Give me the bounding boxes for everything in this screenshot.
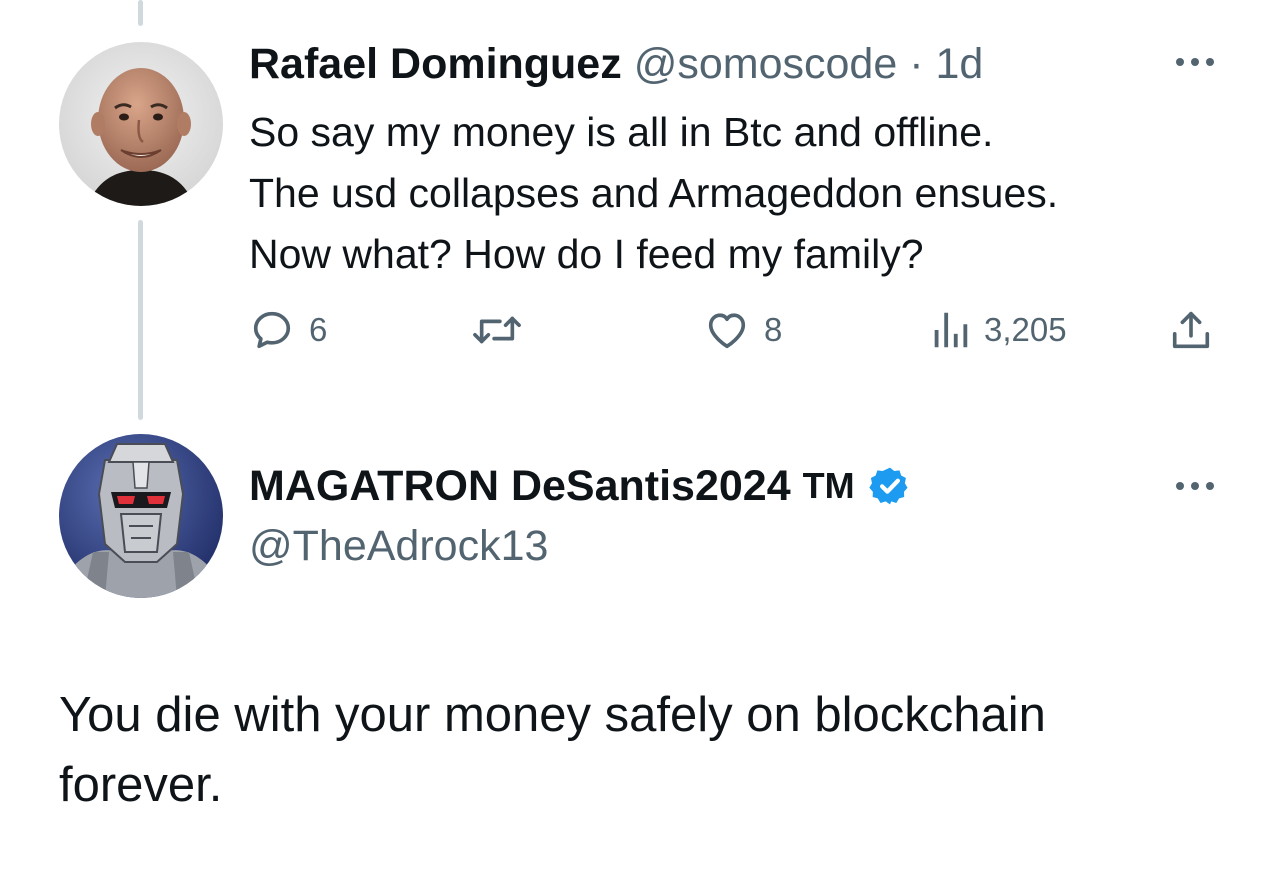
- tweet1-action-bar: 6 8 3,205: [0, 306, 1283, 354]
- user-handle[interactable]: @somoscode: [634, 40, 898, 88]
- display-name[interactable]: MAGATRON DeSantis2024: [249, 458, 791, 514]
- thread-line-top: [138, 0, 143, 26]
- tweet1-text: So say my money is all in Btc and offlin…: [249, 102, 1249, 285]
- like-button[interactable]: 8: [704, 306, 782, 354]
- retweet-button[interactable]: [470, 306, 524, 354]
- tweet-text-line: You die with your money safely on blockc…: [59, 688, 1046, 742]
- tweet-text-line: forever.: [59, 758, 223, 812]
- tweet-text-line: So say my money is all in Btc and offlin…: [249, 109, 994, 155]
- tweet1-header: Rafael Dominguez @somoscode · 1d: [249, 38, 983, 90]
- views-icon: [934, 312, 968, 348]
- reply-button[interactable]: 6: [249, 306, 327, 354]
- avatar-magatron[interactable]: [59, 434, 223, 598]
- verified-badge-icon[interactable]: [868, 465, 911, 507]
- name-suffix: TM: [802, 465, 855, 506]
- robot-avatar-image: [59, 434, 223, 598]
- share-button[interactable]: [1168, 306, 1214, 354]
- retweet-icon: [473, 316, 521, 344]
- timestamp[interactable]: 1d: [935, 40, 983, 88]
- separator: ·: [909, 40, 924, 88]
- more-icon: [1176, 58, 1214, 66]
- reply-count: 6: [309, 311, 328, 348]
- tweet-text-line: Now what? How do I feed my family?: [249, 231, 924, 277]
- more-options-button[interactable]: [1172, 52, 1218, 72]
- user-handle[interactable]: @TheAdrock13: [249, 520, 548, 572]
- more-options-button[interactable]: [1172, 476, 1218, 496]
- tweet2-header: MAGATRON DeSantis2024 TM: [249, 458, 911, 514]
- tweet2-text: You die with your money safely on blockc…: [59, 680, 1239, 820]
- display-name[interactable]: Rafael Dominguez: [249, 40, 622, 88]
- avatar-rafael[interactable]: [59, 42, 223, 206]
- reply-icon: [253, 311, 291, 349]
- views-count: 3,205: [984, 311, 1067, 348]
- like-count: 8: [764, 311, 783, 348]
- share-icon: [1172, 311, 1210, 349]
- tweet-text-line: The usd collapses and Armageddon ensues.: [249, 170, 1059, 216]
- more-icon: [1176, 482, 1214, 490]
- person-avatar-image: [59, 42, 223, 206]
- heart-icon: [708, 313, 746, 349]
- views-button[interactable]: 3,205: [930, 306, 1067, 354]
